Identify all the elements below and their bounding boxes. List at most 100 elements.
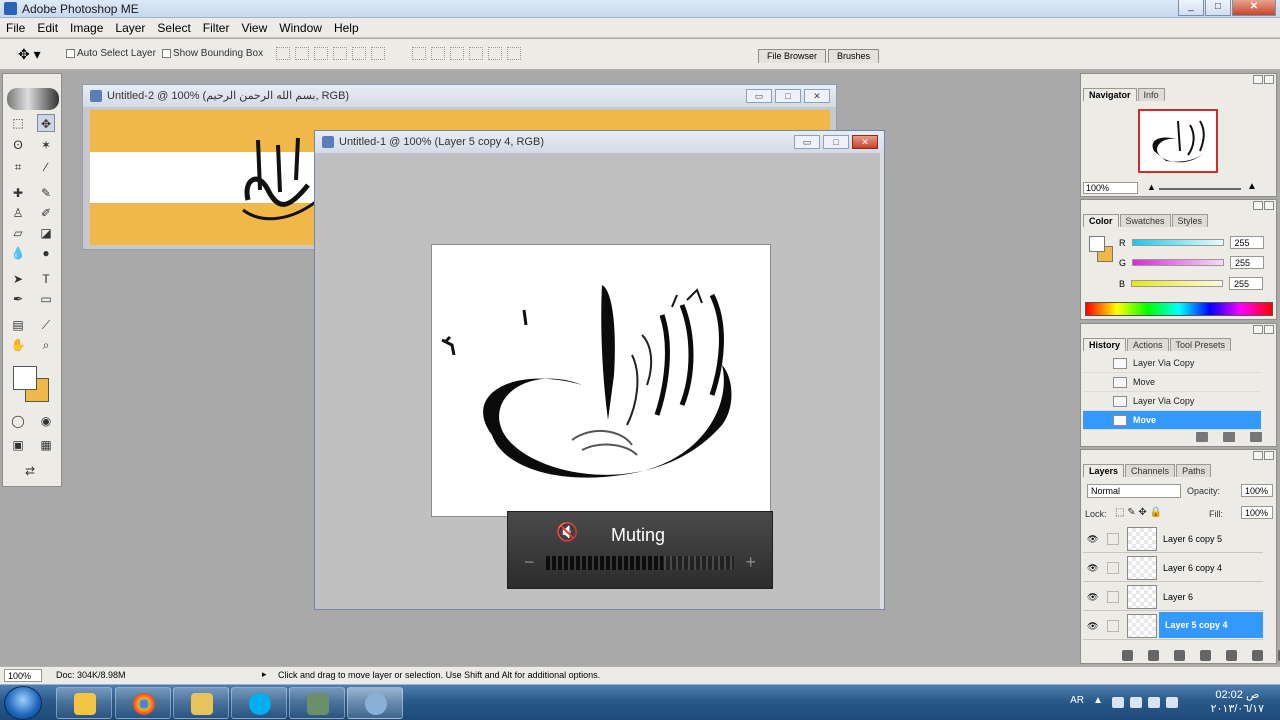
- shape-tool-icon[interactable]: ▭: [37, 290, 55, 308]
- standard-mode-icon[interactable]: ◯: [9, 412, 27, 430]
- link-layers-icon[interactable]: [1122, 650, 1133, 661]
- red-slider[interactable]: [1131, 239, 1224, 246]
- fill-field[interactable]: 100%: [1241, 506, 1273, 519]
- history-item[interactable]: Move: [1083, 373, 1261, 392]
- align-top-icon[interactable]: [276, 47, 290, 60]
- align-vcenter-icon[interactable]: [295, 47, 309, 60]
- opacity-field[interactable]: 100%: [1241, 484, 1273, 497]
- tab-layers[interactable]: Layers: [1083, 464, 1125, 477]
- navigator-zoom-slider[interactable]: [1159, 188, 1241, 190]
- volume-muted-icon[interactable]: [1148, 697, 1160, 708]
- palette-close-icon[interactable]: [1264, 201, 1274, 210]
- distribute-left-icon[interactable]: [469, 47, 483, 60]
- taskbar-folder[interactable]: [173, 687, 229, 719]
- tab-paths[interactable]: Paths: [1176, 464, 1212, 477]
- zoom-tool-icon[interactable]: ⌕: [37, 336, 55, 354]
- green-slider[interactable]: [1132, 259, 1225, 266]
- menu-image[interactable]: Image: [64, 18, 109, 36]
- volume-up-button[interactable]: +: [745, 552, 756, 573]
- hand-tool-icon[interactable]: ✋: [9, 336, 27, 354]
- clock[interactable]: 02:02 ص ٢٠١٣/٠٦/١٧: [1211, 688, 1264, 716]
- status-zoom-field[interactable]: 100%: [4, 669, 42, 682]
- doc-size-info[interactable]: Doc: 304K/8.98M: [56, 670, 126, 680]
- auto-select-checkbox[interactable]: Auto Select Layer: [66, 48, 156, 59]
- tab-brushes[interactable]: Brushes: [828, 49, 880, 63]
- new-layer-icon[interactable]: [1252, 650, 1263, 661]
- menu-view[interactable]: View: [235, 18, 273, 36]
- screen-mode-full-icon[interactable]: ▦: [37, 436, 55, 454]
- menu-help[interactable]: Help: [328, 18, 365, 36]
- color-spectrum-bar[interactable]: [1085, 302, 1273, 316]
- doc-close-button[interactable]: ✕: [804, 89, 830, 103]
- move-tool-icon[interactable]: ✥ ▾: [18, 46, 48, 62]
- align-left-icon[interactable]: [333, 47, 347, 60]
- close-button[interactable]: ✕: [1232, 0, 1276, 16]
- layer-row[interactable]: 👁 Layer 6 copy 5: [1083, 525, 1263, 553]
- tab-tool-presets[interactable]: Tool Presets: [1169, 338, 1232, 351]
- menu-edit[interactable]: Edit: [31, 18, 64, 36]
- screen-mode-standard-icon[interactable]: ▣: [9, 436, 27, 454]
- blue-value-field[interactable]: 255: [1229, 277, 1264, 290]
- tab-styles[interactable]: Styles: [1171, 214, 1209, 227]
- doc-minimize-button[interactable]: ▭: [794, 135, 820, 149]
- history-item-selected[interactable]: Move: [1083, 411, 1261, 430]
- tab-history[interactable]: History: [1083, 338, 1127, 351]
- eye-icon[interactable]: 👁: [1087, 534, 1098, 545]
- align-hcenter-icon[interactable]: [352, 47, 366, 60]
- palette-minimize-icon[interactable]: [1253, 75, 1263, 84]
- history-item[interactable]: Layer Via Copy: [1083, 354, 1261, 373]
- distribute-bottom-icon[interactable]: [450, 47, 464, 60]
- brush-icon[interactable]: [1107, 620, 1119, 632]
- link-box[interactable]: [1107, 533, 1119, 545]
- distribute-top-icon[interactable]: [412, 47, 426, 60]
- add-layer-style-icon[interactable]: [1148, 650, 1159, 661]
- tab-navigator[interactable]: Navigator: [1083, 88, 1137, 101]
- power-icon[interactable]: [1166, 697, 1178, 708]
- lock-icons[interactable]: ⬚ ✎ ✥ 🔒: [1115, 507, 1162, 518]
- tab-file-browser[interactable]: File Browser: [758, 49, 827, 63]
- doc-minimize-button[interactable]: ▭: [746, 89, 772, 103]
- eye-icon[interactable]: 👁: [1087, 563, 1098, 574]
- notes-tool-icon[interactable]: ▤: [9, 316, 27, 334]
- healing-brush-tool-icon[interactable]: ✚: [9, 184, 27, 202]
- foreground-color-swatch[interactable]: [13, 366, 37, 390]
- layer-row-selected[interactable]: 👁 Layer 5 copy 4: [1083, 612, 1263, 640]
- minimize-button[interactable]: _: [1178, 0, 1204, 16]
- doc-close-button[interactable]: ✕: [852, 135, 878, 149]
- history-item[interactable]: Layer Via Copy: [1083, 392, 1261, 411]
- zoom-out-icon[interactable]: ▲: [1147, 182, 1156, 192]
- red-value-field[interactable]: 255: [1229, 236, 1264, 249]
- distribute-vcenter-icon[interactable]: [431, 47, 445, 60]
- green-value-field[interactable]: 255: [1230, 256, 1265, 269]
- menu-filter[interactable]: Filter: [197, 18, 236, 36]
- palette-close-icon[interactable]: [1264, 325, 1274, 334]
- palette-minimize-icon[interactable]: [1253, 451, 1263, 460]
- show-hidden-icons[interactable]: ▲: [1093, 695, 1103, 706]
- maximize-button[interactable]: □: [1205, 0, 1231, 16]
- language-indicator[interactable]: AR: [1070, 695, 1084, 706]
- tab-swatches[interactable]: Swatches: [1119, 214, 1171, 227]
- status-arrow-icon[interactable]: ▸: [262, 669, 267, 680]
- menu-layer[interactable]: Layer: [109, 18, 151, 36]
- zoom-in-icon[interactable]: ▲: [1247, 181, 1257, 192]
- trash-icon[interactable]: [1250, 432, 1262, 442]
- magic-wand-tool-icon[interactable]: ✶: [37, 136, 55, 154]
- distribute-hcenter-icon[interactable]: [488, 47, 502, 60]
- type-tool-icon[interactable]: T: [37, 270, 55, 288]
- link-box[interactable]: [1107, 591, 1119, 603]
- navigator-zoom-field[interactable]: 100%: [1083, 182, 1138, 194]
- jump-to-imageready-icon[interactable]: ⇄: [21, 462, 39, 480]
- volume-track[interactable]: [546, 556, 734, 570]
- taskbar-skype[interactable]: [231, 687, 287, 719]
- menu-window[interactable]: Window: [273, 18, 328, 36]
- new-document-from-state-icon[interactable]: [1196, 432, 1208, 442]
- tab-color[interactable]: Color: [1083, 214, 1119, 227]
- palette-close-icon[interactable]: [1264, 451, 1274, 460]
- blur-tool-icon[interactable]: 💧: [9, 244, 27, 262]
- align-bottom-icon[interactable]: [314, 47, 328, 60]
- palette-close-icon[interactable]: [1264, 75, 1274, 84]
- eyedropper-tool-icon[interactable]: ⟋: [37, 316, 55, 334]
- eraser-tool-icon[interactable]: ▱: [9, 224, 27, 242]
- taskbar-windows-explorer[interactable]: [56, 687, 112, 719]
- crop-tool-icon[interactable]: ⌗: [9, 158, 27, 176]
